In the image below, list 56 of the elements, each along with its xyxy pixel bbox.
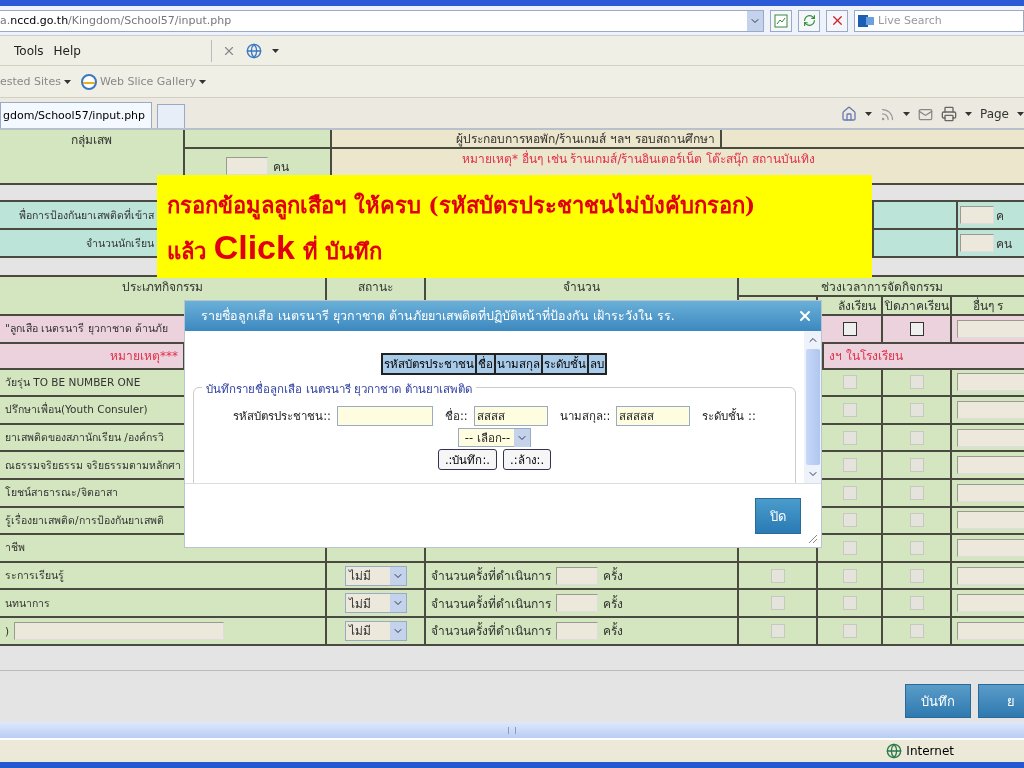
field-label: ชื่อ:: bbox=[444, 407, 468, 425]
level-select[interactable]: -- เลือก-- bbox=[457, 428, 532, 447]
unit-label: คน bbox=[996, 235, 1012, 253]
save-button[interactable]: ย bbox=[978, 684, 1024, 718]
field-label: รหัสบัตรประชาชน:: bbox=[233, 408, 331, 425]
column-header: ลังเรียน bbox=[818, 297, 881, 314]
form-button[interactable]: .:บันทึก:. bbox=[437, 449, 497, 470]
text-field[interactable]: สสสส bbox=[473, 406, 548, 426]
page-menu[interactable]: Page bbox=[979, 107, 1009, 121]
venue-heading: ผู้ประกอบการหอพัก/ร้านเกมส์ ฯลฯ รอบสถานศึกษา bbox=[332, 130, 720, 147]
activity-label: โยชน์สาธารณะ/จิตอาสา bbox=[5, 485, 118, 501]
unit-label: ครั้ง bbox=[603, 566, 623, 586]
field-label: ระดับชั้น :: bbox=[702, 407, 756, 425]
activity-label: ปรึกษาเพื่อน(Youth Consuler) bbox=[5, 401, 148, 418]
list-header-cell: ระดับชั้น bbox=[540, 353, 589, 375]
form-button[interactable]: .:ล้าง:. bbox=[503, 449, 552, 470]
fieldset-legend: บันทึกรายชื่อลูกเสือ เนตรนารี ยุวกาชาด ต้านยาเสพติด bbox=[202, 380, 476, 398]
field-label: นามสกุล:: bbox=[559, 408, 611, 425]
close-button[interactable]: ปิด bbox=[755, 498, 801, 534]
unit-label: ครั้ง bbox=[603, 594, 623, 613]
status-select[interactable]: ไม่มี bbox=[344, 593, 407, 614]
activity-label: "ลูกเสือ เนตรนารี ยุวกาชาด ด้านภัย bbox=[5, 321, 168, 337]
activity-label: นทนาการ bbox=[5, 595, 50, 611]
count-label: จำนวนครั้งที่ดำเนินการ bbox=[431, 594, 551, 613]
group-label: กลุ่มเสพ bbox=[0, 130, 183, 183]
list-header-cell: นามสกุล bbox=[493, 353, 543, 375]
list-header-cell: รหัสบัตรประชาชน bbox=[380, 353, 477, 375]
browser-tab[interactable]: gdom/School57/input.php bbox=[0, 102, 152, 128]
status-zone: Internet bbox=[906, 744, 954, 758]
count-label: จำนวนครั้งที่ดำเนินการ bbox=[431, 621, 551, 641]
note-label: หมายเหตุ*** bbox=[110, 348, 178, 366]
status-select[interactable]: ไม่มี bbox=[344, 565, 407, 586]
count-label: จำนวนครั้งที่ดำเนินการ bbox=[431, 566, 551, 586]
activity-label: ระการเรียนรู้ bbox=[5, 568, 64, 584]
column-header: อื่นๆ ร bbox=[952, 297, 1024, 314]
menu-item[interactable]: Tools bbox=[14, 43, 44, 58]
activity-label: รู้เรื่องยาเสพติด/การป้องกันยาเสพติ bbox=[5, 512, 164, 529]
unit-label: ครั้ง bbox=[603, 621, 623, 641]
status-select[interactable]: ไม่มี bbox=[344, 620, 407, 641]
unit-label: คน bbox=[273, 158, 289, 176]
address-field[interactable]: a.nccd.go.th/Kingdom/School57/input.php bbox=[0, 9, 764, 32]
save-button[interactable]: บันทึก bbox=[905, 684, 971, 718]
text-field[interactable]: สสสสส bbox=[616, 406, 691, 426]
list-header-cell: ลบ bbox=[586, 353, 607, 375]
column-header: ปิดภาคเรียน bbox=[883, 297, 950, 314]
callout-text: แล้ว Click ที่ บันทึก bbox=[167, 227, 383, 268]
activity-label: าชีพ bbox=[5, 540, 25, 556]
unit-label: ค bbox=[996, 207, 1004, 225]
menu-item[interactable]: Help bbox=[53, 43, 81, 58]
activity-label: ยาเสพติดของสภานักเรียน /องค์กรวิ bbox=[5, 430, 164, 446]
activity-label: ณธรรมจริยธรรม จริยธรรมตามหลักศา bbox=[5, 457, 182, 473]
note-text: งฯ ในโรงเรียน bbox=[829, 348, 903, 366]
column-header: ช่วงเวลาการจัดกิจกรรม bbox=[739, 277, 1024, 295]
callout-text: กรอกข้อมูลลูกเสือฯ ให้ครบ (รหัสบัตรประชาชนไม่บังคับกรอก) bbox=[167, 191, 756, 222]
activity-label: ) bbox=[5, 624, 10, 637]
activity-label: วัยรุ่น TO BE NUMBER ONE bbox=[5, 374, 141, 391]
